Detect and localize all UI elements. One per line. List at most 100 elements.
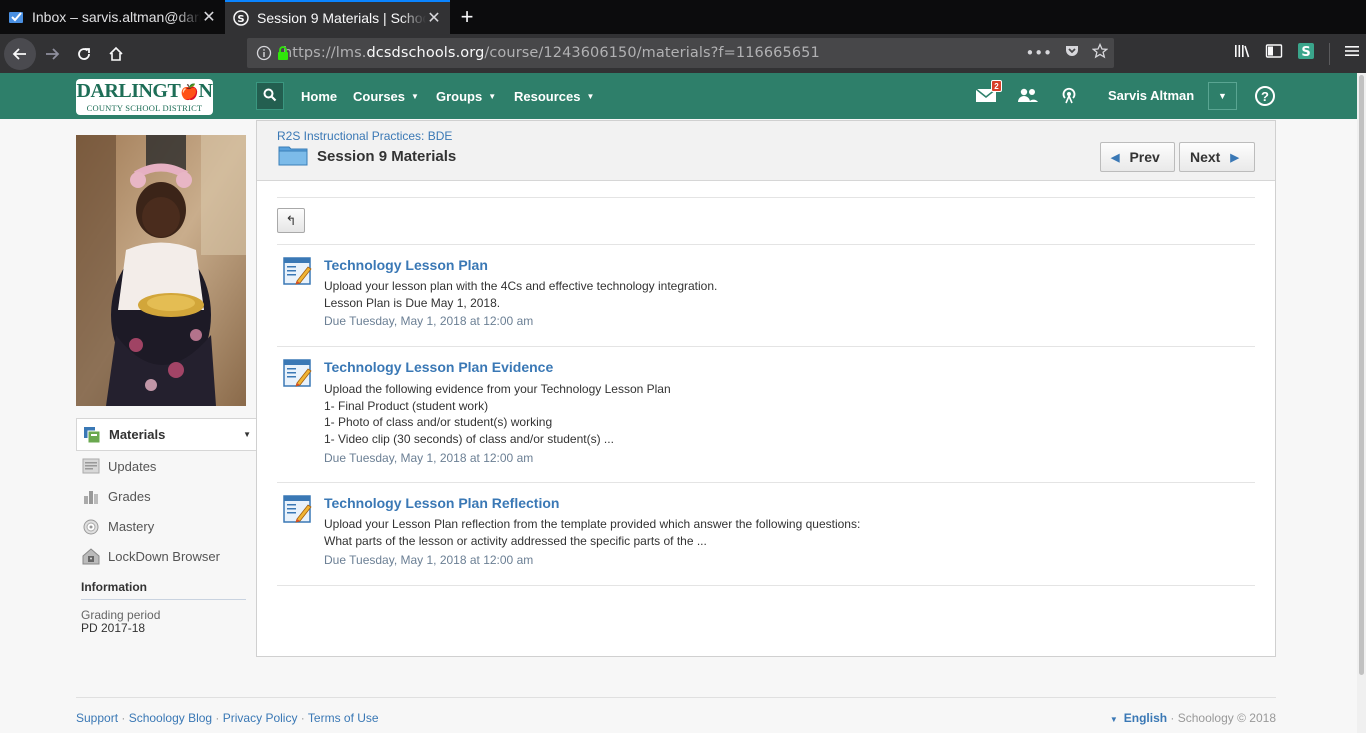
footer-link-terms[interactable]: Terms of Use bbox=[308, 711, 379, 725]
assignment-icon bbox=[283, 257, 313, 287]
nav-home[interactable]: Home bbox=[301, 73, 337, 119]
apple-icon: 🍎 bbox=[180, 85, 199, 101]
assignment-icon bbox=[283, 495, 313, 525]
copyright: · Schoology © 2018 bbox=[1167, 711, 1276, 725]
user-name-link[interactable]: Sarvis Altman bbox=[1108, 73, 1194, 119]
material-title-link[interactable]: Technology Lesson Plan Evidence bbox=[324, 359, 553, 375]
browser-tab-strip: Inbox – sarvis.altman@darlington.k12.sc.… bbox=[0, 0, 1366, 34]
library-icon[interactable] bbox=[1233, 43, 1251, 64]
user-menu-dropdown[interactable]: ▼ bbox=[1208, 82, 1237, 110]
assignment-icon bbox=[283, 359, 313, 389]
due-date: Due Tuesday, May 1, 2018 at 12:00 am bbox=[324, 451, 534, 465]
breadcrumb[interactable]: R2S Instructional Practices: BDE bbox=[277, 129, 452, 143]
return-arrow-icon: ↰ bbox=[285, 212, 297, 228]
lockdown-house-icon bbox=[81, 547, 101, 565]
materials-icon bbox=[82, 426, 102, 444]
chevron-down-icon: ▼ bbox=[586, 91, 595, 101]
footer-link-support[interactable]: Support bbox=[76, 711, 118, 725]
chevron-down-icon: ▼ bbox=[411, 91, 419, 101]
footer-links: Support · Schoology Blog · Privacy Polic… bbox=[76, 711, 379, 725]
folder-icon bbox=[278, 144, 308, 169]
url-text: https://lms.dcsdschools.org/course/12436… bbox=[283, 45, 820, 61]
search-button[interactable] bbox=[256, 82, 284, 110]
grading-period-value: PD 2017-18 bbox=[81, 621, 146, 635]
material-description: Upload your Lesson Plan reflection from … bbox=[324, 517, 861, 548]
lock-icon bbox=[276, 45, 290, 65]
tab-title: Inbox – sarvis.altman@darlington.k12.sc.… bbox=[32, 9, 201, 25]
panel-header: R2S Instructional Practices: BDE Session… bbox=[257, 121, 1275, 181]
info-icon[interactable] bbox=[256, 45, 272, 65]
sidebar-toggle-icon[interactable] bbox=[1265, 43, 1283, 64]
material-title-link[interactable]: Technology Lesson Plan Reflection bbox=[324, 495, 559, 511]
sidebar-item-updates[interactable]: Updates bbox=[76, 451, 257, 481]
sidebar-item-lockdown-browser[interactable]: LockDown Browser bbox=[76, 541, 257, 571]
nav-resources[interactable]: Resources ▼ bbox=[514, 73, 594, 119]
tab-title: Session 9 Materials | Schoology bbox=[257, 10, 426, 26]
browser-toolbar: https://lms.dcsdschools.org/course/12436… bbox=[0, 34, 1366, 73]
pocket-icon[interactable] bbox=[1064, 43, 1080, 63]
menu-hamburger-icon[interactable] bbox=[1344, 43, 1360, 64]
sidebar-item-label: LockDown Browser bbox=[108, 548, 220, 564]
grades-chart-icon bbox=[81, 487, 101, 505]
forward-arrow-icon[interactable] bbox=[36, 38, 68, 70]
sidebar-item-grades[interactable]: Grades bbox=[76, 481, 257, 511]
chevron-down-icon: ▼ bbox=[1218, 91, 1227, 101]
close-tab-icon[interactable]: ✕ bbox=[201, 9, 217, 26]
course-profile-photo bbox=[76, 135, 246, 406]
back-arrow-icon[interactable] bbox=[4, 37, 36, 70]
footer-link-privacy[interactable]: Privacy Policy bbox=[223, 711, 298, 725]
scrollbar-thumb[interactable] bbox=[1359, 75, 1364, 675]
logo-subtitle: COUNTY SCHOOL DISTRICT bbox=[86, 103, 203, 113]
bookmark-star-icon[interactable] bbox=[1091, 42, 1109, 63]
browser-tab-inbox[interactable]: Inbox – sarvis.altman@darlington.k12.sc.… bbox=[0, 0, 225, 34]
mastery-target-icon bbox=[81, 517, 101, 535]
browser-tab-session[interactable]: S Session 9 Materials | Schoology ✕ bbox=[225, 0, 450, 34]
chevron-down-icon[interactable]: ▼ bbox=[1110, 715, 1118, 724]
footer-link-blog[interactable]: Schoology Blog bbox=[129, 711, 212, 725]
course-left-nav: Materials ▼ Updates Grades Mastery LockD… bbox=[76, 418, 257, 571]
sidebar-item-materials[interactable]: Materials ▼ bbox=[76, 418, 257, 451]
nav-groups[interactable]: Groups ▼ bbox=[436, 73, 496, 119]
svg-text:S: S bbox=[1301, 45, 1310, 60]
divider bbox=[81, 599, 246, 600]
notifications-button[interactable] bbox=[1057, 73, 1081, 119]
list-item: Technology Lesson Plan Reflection Upload… bbox=[277, 495, 1255, 585]
address-bar[interactable]: https://lms.dcsdschools.org/course/12436… bbox=[247, 38, 1114, 68]
chevron-down-icon[interactable]: ▼ bbox=[243, 430, 251, 439]
information-heading: Information bbox=[81, 580, 147, 594]
divider bbox=[277, 197, 1255, 198]
nav-courses[interactable]: Courses ▼ bbox=[353, 73, 419, 119]
chevron-down-icon: ▼ bbox=[488, 91, 497, 101]
due-date: Due Tuesday, May 1, 2018 at 12:00 am bbox=[324, 314, 534, 328]
material-description: Upload your lesson plan with the 4Cs and… bbox=[324, 279, 718, 310]
sidebar-item-label: Grades bbox=[108, 488, 151, 504]
search-icon bbox=[263, 88, 277, 105]
divider bbox=[277, 244, 1255, 245]
language-selector[interactable]: English bbox=[1124, 711, 1167, 725]
list-item: Technology Lesson Plan Evidence Upload t… bbox=[277, 359, 1255, 484]
divider bbox=[277, 346, 1255, 347]
sidebar-item-label: Mastery bbox=[108, 518, 155, 534]
close-tab-icon[interactable]: ✕ bbox=[426, 10, 442, 27]
new-tab-icon[interactable]: + bbox=[450, 0, 484, 34]
home-icon[interactable] bbox=[100, 38, 132, 70]
message-count-badge: 2 bbox=[991, 80, 1002, 92]
help-icon[interactable]: ? bbox=[1255, 86, 1275, 106]
divider bbox=[277, 585, 1255, 586]
next-button[interactable]: Next ▶ bbox=[1179, 142, 1255, 172]
reload-icon[interactable] bbox=[68, 38, 100, 70]
due-date: Due Tuesday, May 1, 2018 at 12:00 am bbox=[324, 553, 534, 567]
page-actions-icon[interactable]: ••• bbox=[1025, 44, 1052, 62]
prev-button[interactable]: ◀ Prev bbox=[1100, 142, 1175, 172]
toolbar-divider bbox=[1329, 42, 1330, 65]
schoology-extension-icon[interactable]: S bbox=[1297, 42, 1315, 65]
material-title-link[interactable]: Technology Lesson Plan bbox=[324, 257, 488, 273]
schoology-favicon-icon: S bbox=[233, 10, 249, 26]
sidebar-item-mastery[interactable]: Mastery bbox=[76, 511, 257, 541]
requests-button[interactable] bbox=[1016, 73, 1040, 119]
back-to-parent-button[interactable]: ↰ bbox=[277, 208, 305, 233]
divider bbox=[277, 482, 1255, 483]
district-logo[interactable]: DARLINGT🍎N COUNTY SCHOOL DISTRICT bbox=[76, 79, 213, 115]
svg-text:S: S bbox=[237, 14, 244, 25]
footer-divider bbox=[76, 697, 1276, 698]
